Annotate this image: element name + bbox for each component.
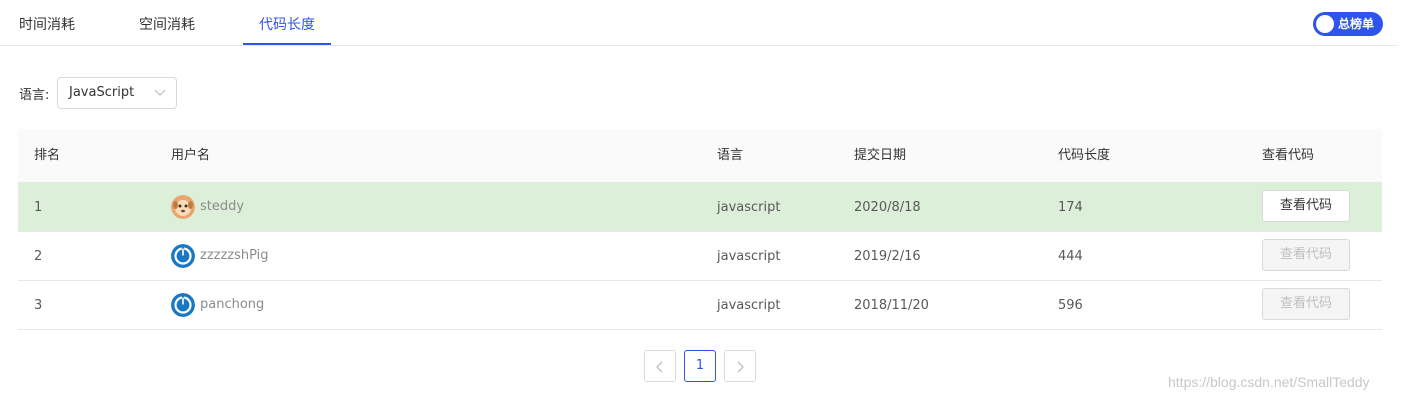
language-select[interactable]: JavaScript [57, 77, 177, 109]
language-cell: javascript [717, 249, 781, 264]
header-view-code: 查看代码 [1262, 148, 1315, 163]
language-cell: javascript [717, 200, 781, 215]
tab-bar: 时间消耗 空间消耗 代码长度 [0, 0, 1398, 46]
table-row: 3 panchong javascript 2018/11/20 596 查看代… [18, 281, 1382, 330]
tab-time[interactable]: 时间消耗 [19, 0, 75, 46]
view-code-button[interactable]: 查看代码 [1262, 239, 1350, 271]
table-row: 1 steddy javascript 2020/8/18 174 查看代码 [18, 183, 1382, 232]
username[interactable]: steddy [200, 183, 244, 231]
watermark: https://blog.csdn.net/SmallTeddy [1168, 374, 1370, 390]
username[interactable]: zzzzzshPig [200, 232, 269, 280]
header-submit-date: 提交日期 [854, 148, 907, 163]
overall-ranking-toggle[interactable]: 总榜单 [1313, 12, 1383, 36]
avatar [171, 244, 195, 268]
toggle-label: 总榜单 [1338, 17, 1375, 31]
table-header: 排名 用户名 语言 提交日期 代码长度 查看代码 [18, 129, 1382, 183]
date-cell: 2019/2/16 [854, 249, 921, 264]
length-cell: 174 [1058, 200, 1083, 215]
avatar [171, 293, 195, 317]
pagination-page-1[interactable]: 1 [684, 350, 716, 382]
view-code-button[interactable]: 查看代码 [1262, 288, 1350, 320]
active-tab-indicator [243, 43, 331, 45]
language-filter-label: 语言: [19, 88, 50, 103]
length-cell: 444 [1058, 249, 1083, 264]
header-language: 语言 [717, 148, 744, 163]
date-cell: 2020/8/18 [854, 200, 921, 215]
header-username: 用户名 [171, 148, 211, 163]
tab-space[interactable]: 空间消耗 [139, 0, 195, 46]
toggle-knob [1316, 15, 1334, 33]
length-cell: 596 [1058, 298, 1083, 313]
username[interactable]: panchong [200, 281, 264, 329]
chevron-down-icon [154, 89, 166, 96]
avatar [171, 195, 195, 219]
chevron-right-icon [737, 361, 744, 373]
language-cell: javascript [717, 298, 781, 313]
date-cell: 2018/11/20 [854, 298, 929, 313]
chevron-left-icon [656, 361, 663, 373]
rank-cell: 1 [34, 200, 43, 215]
pagination-next-button[interactable] [724, 350, 756, 382]
header-code-length: 代码长度 [1058, 148, 1111, 163]
header-rank: 排名 [34, 148, 61, 163]
rank-cell: 3 [34, 298, 43, 313]
tab-code-length[interactable]: 代码长度 [243, 0, 331, 46]
rank-cell: 2 [34, 249, 43, 264]
pagination-prev-button[interactable] [644, 350, 676, 382]
ranking-table: 排名 用户名 语言 提交日期 代码长度 查看代码 1 steddy javasc… [18, 129, 1382, 330]
table-row: 2 zzzzzshPig javascript 2019/2/16 444 查看… [18, 232, 1382, 281]
view-code-button[interactable]: 查看代码 [1262, 190, 1350, 222]
language-select-value: JavaScript [69, 85, 135, 100]
